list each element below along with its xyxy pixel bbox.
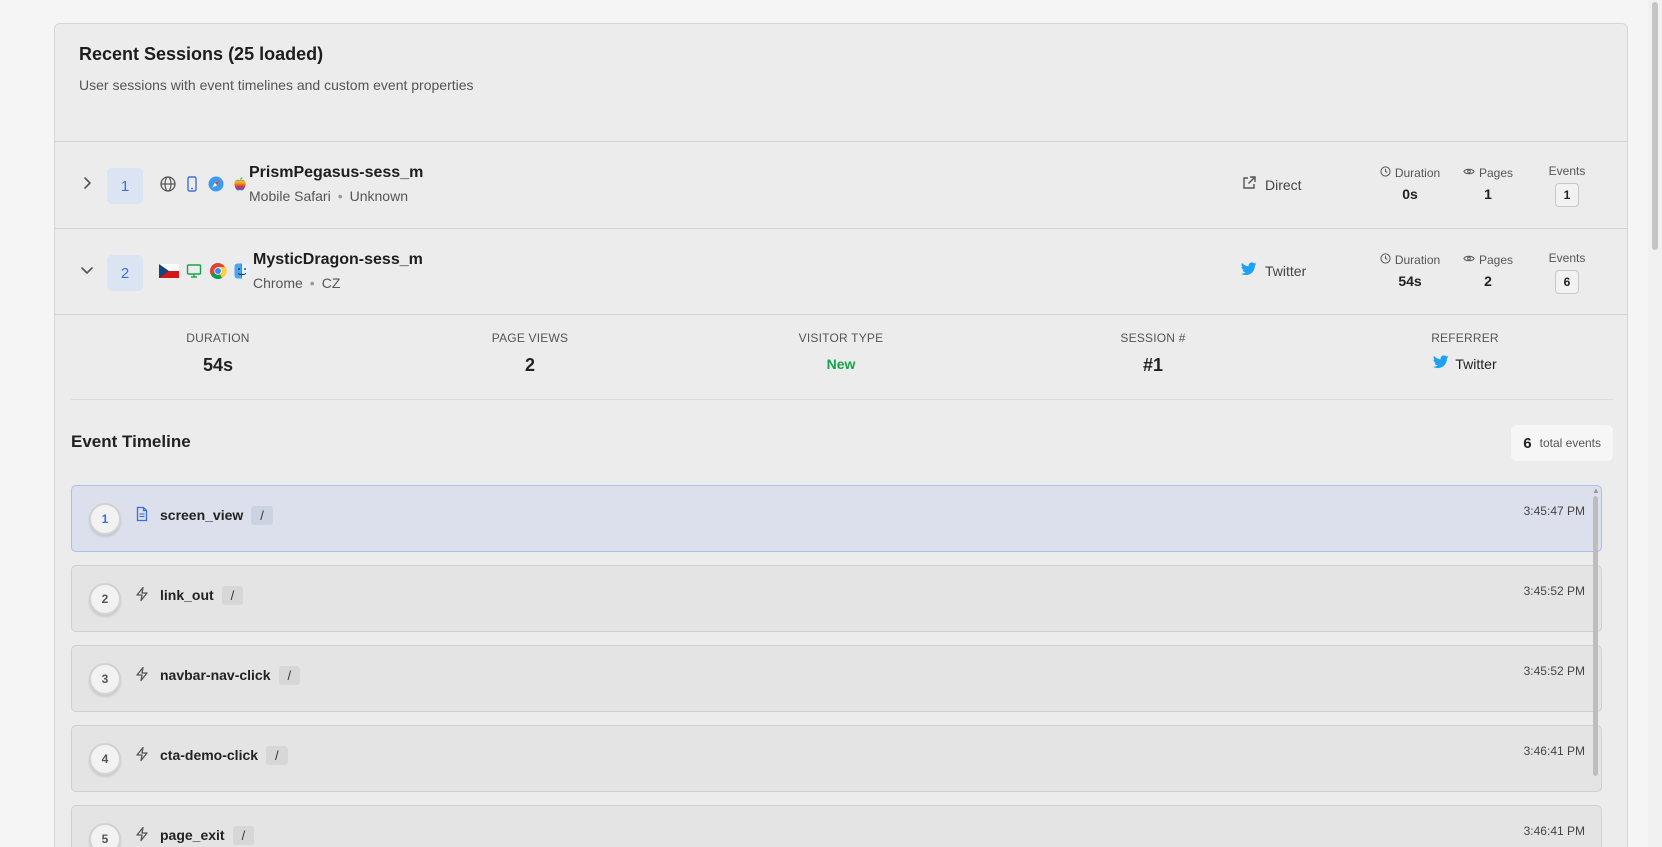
mobile-icon <box>183 175 201 193</box>
event-path: / <box>232 826 255 845</box>
document-icon <box>134 506 150 522</box>
timeline-event[interactable]: 5 page_exit/ 3:46:41 PM <box>71 805 1602 847</box>
clock-icon <box>1380 253 1391 267</box>
event-time: 3:45:52 PM <box>1523 664 1585 678</box>
event-number: 2 <box>89 583 121 615</box>
timeline-scrollbar-thumb[interactable] <box>1593 496 1598 776</box>
timeline-event[interactable]: 4 cta-demo-click/ 3:46:41 PM <box>71 725 1602 792</box>
session-summary: DURATION 54s PAGE VIEWS 2 VISITOR TYPE N… <box>71 316 1613 400</box>
event-number: 4 <box>89 743 121 775</box>
session-location: CZ <box>321 275 341 291</box>
session-browser: Mobile Safari <box>249 188 331 204</box>
event-number: 5 <box>89 823 121 847</box>
session-index-badge: 2 <box>107 255 143 291</box>
page-scrollbar-thumb[interactable] <box>1652 2 1658 250</box>
event-number: 3 <box>89 663 121 695</box>
event-name: navbar-nav-click / <box>160 666 301 685</box>
session-duration: Duration 54s <box>1377 253 1443 289</box>
event-timeline-title: Event Timeline <box>71 432 191 451</box>
session-row[interactable]: 2 MysticDragon-sess_m Chrome • CZ Twitter <box>55 228 1627 315</box>
timeline-event[interactable]: 3 navbar-nav-click/ 3:45:52 PM <box>71 645 1602 712</box>
session-referrer: Direct <box>1241 175 1302 194</box>
session-browser: Chrome <box>253 275 303 291</box>
session-index-badge: 1 <box>107 168 143 204</box>
card-subtitle: User sessions with event timelines and c… <box>79 77 474 93</box>
czech-flag-icon <box>159 262 179 280</box>
clock-icon <box>1380 166 1391 180</box>
event-path: / <box>278 666 301 685</box>
session-name[interactable]: PrismPegasus-sess_m <box>249 164 423 182</box>
macos-finder-icon <box>233 262 251 280</box>
event-time: 3:46:41 PM <box>1523 744 1585 758</box>
timeline-event[interactable]: 2 link_out/ 3:45:52 PM <box>71 565 1602 632</box>
recent-sessions-card: Recent Sessions (25 loaded) User session… <box>54 23 1628 847</box>
session-detail-panel: DURATION 54s PAGE VIEWS 2 VISITOR TYPE N… <box>71 316 1613 847</box>
session-name[interactable]: MysticDragon-sess_m <box>253 251 423 269</box>
eye-icon <box>1463 253 1475 267</box>
card-title: Recent Sessions (25 loaded) <box>79 44 324 64</box>
session-events: Events 6 <box>1537 251 1597 294</box>
session-meta: Chrome • CZ <box>253 275 341 291</box>
lightning-icon <box>134 666 150 682</box>
eye-icon <box>1463 166 1475 180</box>
event-name: cta-demo-click / <box>160 746 288 765</box>
external-link-icon <box>1241 175 1257 194</box>
lightning-icon <box>134 826 150 842</box>
session-referrer: Twitter <box>1240 262 1306 279</box>
twitter-icon <box>1240 262 1257 279</box>
event-name: link_out / <box>160 586 244 605</box>
chevron-down-icon[interactable] <box>79 262 95 278</box>
summary-visitor-type: VISITOR TYPE New <box>798 331 884 372</box>
chevron-right-icon[interactable] <box>79 175 95 191</box>
event-path: / <box>266 746 288 765</box>
total-events-badge: 6 total events <box>1511 425 1613 461</box>
event-number: 1 <box>89 503 121 535</box>
chrome-icon <box>209 262 227 280</box>
twitter-icon <box>1433 355 1450 372</box>
summary-page-views: PAGE VIEWS 2 <box>491 331 569 375</box>
session-location: Unknown <box>349 188 408 204</box>
page-scrollbar[interactable] <box>1648 0 1662 847</box>
session-pages: Pages 2 <box>1460 253 1516 289</box>
session-row[interactable]: 1 PrismPegasus-sess_m Mobile Safari • Unkn… <box>55 141 1627 228</box>
lightning-icon <box>134 586 150 602</box>
desktop-icon <box>185 262 203 280</box>
summary-session-number: SESSION # #1 <box>1120 331 1186 375</box>
event-name: screen_view / <box>160 506 273 525</box>
timeline-scrollbar[interactable]: ▲ ▼ <box>1592 486 1600 847</box>
lightning-icon <box>134 746 150 762</box>
events-count-badge: 1 <box>1555 183 1579 207</box>
safari-icon <box>207 175 225 193</box>
summary-referrer: REFERRER Twitter <box>1431 331 1499 372</box>
event-path: / <box>251 506 273 525</box>
globe-icon <box>159 175 177 193</box>
apple-icon <box>231 175 249 193</box>
summary-duration: DURATION 54s <box>186 331 250 375</box>
event-path: / <box>221 586 244 605</box>
event-name: page_exit / <box>160 826 255 845</box>
timeline-event[interactable]: 1 screen_view/ 3:45:47 PM <box>71 485 1602 552</box>
scroll-up-arrow-icon[interactable]: ▲ <box>1592 486 1600 495</box>
event-time: 3:45:47 PM <box>1523 504 1585 518</box>
events-count-badge: 6 <box>1555 270 1579 294</box>
event-time: 3:45:52 PM <box>1523 584 1585 598</box>
session-pages: Pages 1 <box>1460 166 1516 202</box>
event-time: 3:46:41 PM <box>1523 824 1585 838</box>
session-duration: Duration 0s <box>1377 166 1443 202</box>
session-events: Events 1 <box>1537 164 1597 207</box>
session-meta: Mobile Safari • Unknown <box>249 188 408 204</box>
